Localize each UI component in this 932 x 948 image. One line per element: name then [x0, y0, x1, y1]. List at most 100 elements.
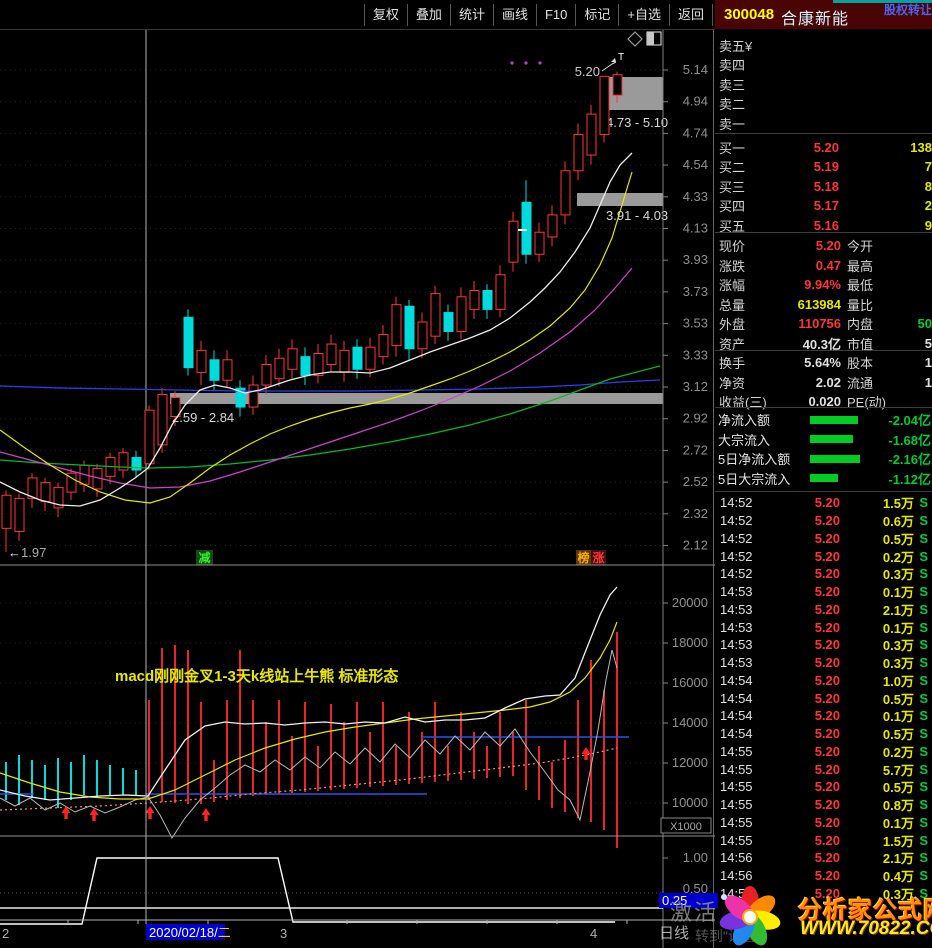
tick-side: S [914, 566, 928, 581]
tick-side: S [914, 815, 928, 830]
tick-side: S [914, 637, 928, 652]
tick-row: 14:535.202.1万S [715, 601, 932, 619]
money-flow-row: 5日大宗流入 -1.12亿 [715, 469, 932, 488]
tick-volume: 0.3万 [840, 564, 914, 583]
tick-time: 14:52 [715, 549, 760, 564]
stock-code: 300048 [724, 6, 774, 23]
info-value-2: 1 [893, 355, 932, 370]
svg-text:T: T [618, 52, 624, 63]
sell-queue-row: 卖三 [715, 75, 932, 94]
tick-price: 5.20 [760, 620, 840, 635]
tick-time: 14:52 [715, 495, 760, 510]
buy-queue-row: 买一5.20138 [715, 138, 932, 157]
split-window-icon[interactable] [647, 32, 661, 45]
buy-volume: 2 [839, 198, 932, 213]
info-label: 净资 [715, 373, 771, 392]
tick-time: 14:53 [715, 655, 760, 670]
svg-text:14000: 14000 [672, 715, 708, 730]
panel-separator [715, 350, 932, 351]
tick-time: 14:55 [715, 833, 760, 848]
tick-side: S [914, 850, 928, 865]
tick-time: 14:55 [715, 779, 760, 794]
stock-titlebar: 300048 合康新能 股权转让 [715, 0, 932, 29]
tick-side: S [914, 726, 928, 741]
tick-volume: 0.5万 [840, 724, 914, 743]
month-label: 2 [2, 926, 9, 941]
flow-value: -2.04亿 [888, 410, 931, 429]
info-value: 110756 [771, 316, 841, 331]
tick-price: 5.20 [760, 797, 840, 812]
svg-text:20000: 20000 [672, 595, 708, 610]
tick-row: 14:535.200.1万S [715, 618, 932, 636]
svg-text:2.52: 2.52 [683, 474, 708, 489]
tick-time: 14:55 [715, 797, 760, 812]
ma-line-yellow [0, 172, 632, 503]
tick-price: 5.20 [760, 708, 840, 723]
info-value-2: 50 [893, 316, 932, 331]
tick-volume: 0.2万 [840, 547, 914, 566]
watermark-url: WWW.70822.COM [800, 918, 932, 940]
svg-text:3.73: 3.73 [683, 284, 708, 299]
svg-text:12000: 12000 [672, 755, 708, 770]
info-value: 5.64% [771, 355, 841, 370]
tick-side: S [914, 779, 928, 794]
flow-value: -2.16亿 [888, 449, 931, 468]
tick-price: 5.20 [760, 833, 840, 848]
svg-text:4.13: 4.13 [683, 221, 708, 236]
gap-zone-label: 4.73 - 5.10 [606, 115, 668, 130]
panel-separator [715, 491, 932, 492]
sell-level-label: 卖一 [715, 114, 763, 133]
info-label: 涨幅 [715, 275, 771, 294]
tick-side: S [914, 602, 928, 617]
buy-volume: 138 [839, 140, 932, 155]
buy-price: 5.16 [763, 218, 839, 233]
buy-queue-row: 买四5.172 [715, 196, 932, 215]
tick-time: 14:52 [715, 566, 760, 581]
tick-price: 5.20 [760, 779, 840, 794]
tick-price: 5.20 [760, 762, 840, 777]
tick-time: 14:55 [715, 762, 760, 777]
tick-row: 14:555.200.5万S [715, 778, 932, 796]
flower-logo-icon [712, 884, 790, 948]
tick-volume: 0.3万 [840, 653, 914, 672]
sell-queue-row: 卖二 [715, 94, 932, 113]
tick-side: S [914, 655, 928, 670]
candles [2, 72, 622, 552]
ma-line-white [0, 153, 632, 506]
diamond-icon[interactable] [628, 32, 642, 46]
flow-value: -1.12亿 [888, 469, 931, 488]
sell-queue-row: 卖四 [715, 55, 932, 74]
info-value: 0.47 [771, 258, 841, 273]
ma-line-blue [0, 380, 660, 391]
tick-volume: 0.4万 [840, 866, 914, 885]
flow-bar [810, 474, 838, 482]
info-label-2: 流通 [841, 373, 893, 392]
tick-side: S [914, 549, 928, 564]
currency-icon: ¥ [745, 39, 752, 54]
gap-zone-band [577, 193, 663, 206]
tick-row: 14:525.200.6万S [715, 512, 932, 530]
tick-row: 14:535.200.3万S [715, 636, 932, 654]
tick-time: 14:54 [715, 726, 760, 741]
tick-volume: 0.1万 [840, 582, 914, 601]
tick-price: 5.20 [760, 549, 840, 564]
flow-bar [810, 435, 853, 443]
svg-text:3.93: 3.93 [683, 252, 708, 267]
period-daily-label[interactable]: 日线 [659, 922, 689, 943]
buy-price: 5.18 [763, 179, 839, 194]
buy-signal-arrow-icon [146, 806, 155, 819]
tick-price: 5.20 [760, 513, 840, 528]
tick-time: 14:54 [715, 708, 760, 723]
tick-row: 14:545.200.5万S [715, 689, 932, 707]
tick-time: 14:55 [715, 744, 760, 759]
quote-panel: 300048 合康新能 股权转让 卖五¥卖四卖三卖二卖一买一5.20138买二5… [715, 0, 932, 948]
selected-date-label: 2020/02/18/二 [149, 925, 231, 940]
tick-price: 5.20 [760, 566, 840, 581]
tick-row: 14:565.202.1万S [715, 849, 932, 867]
flow-label: 5日大宗流入 [715, 469, 790, 488]
rank-badge: 榜 [577, 550, 589, 565]
tick-time: 14:52 [715, 531, 760, 546]
tick-side: S [914, 708, 928, 723]
tick-volume: 5.7万 [840, 760, 914, 779]
tick-price: 5.20 [760, 868, 840, 883]
